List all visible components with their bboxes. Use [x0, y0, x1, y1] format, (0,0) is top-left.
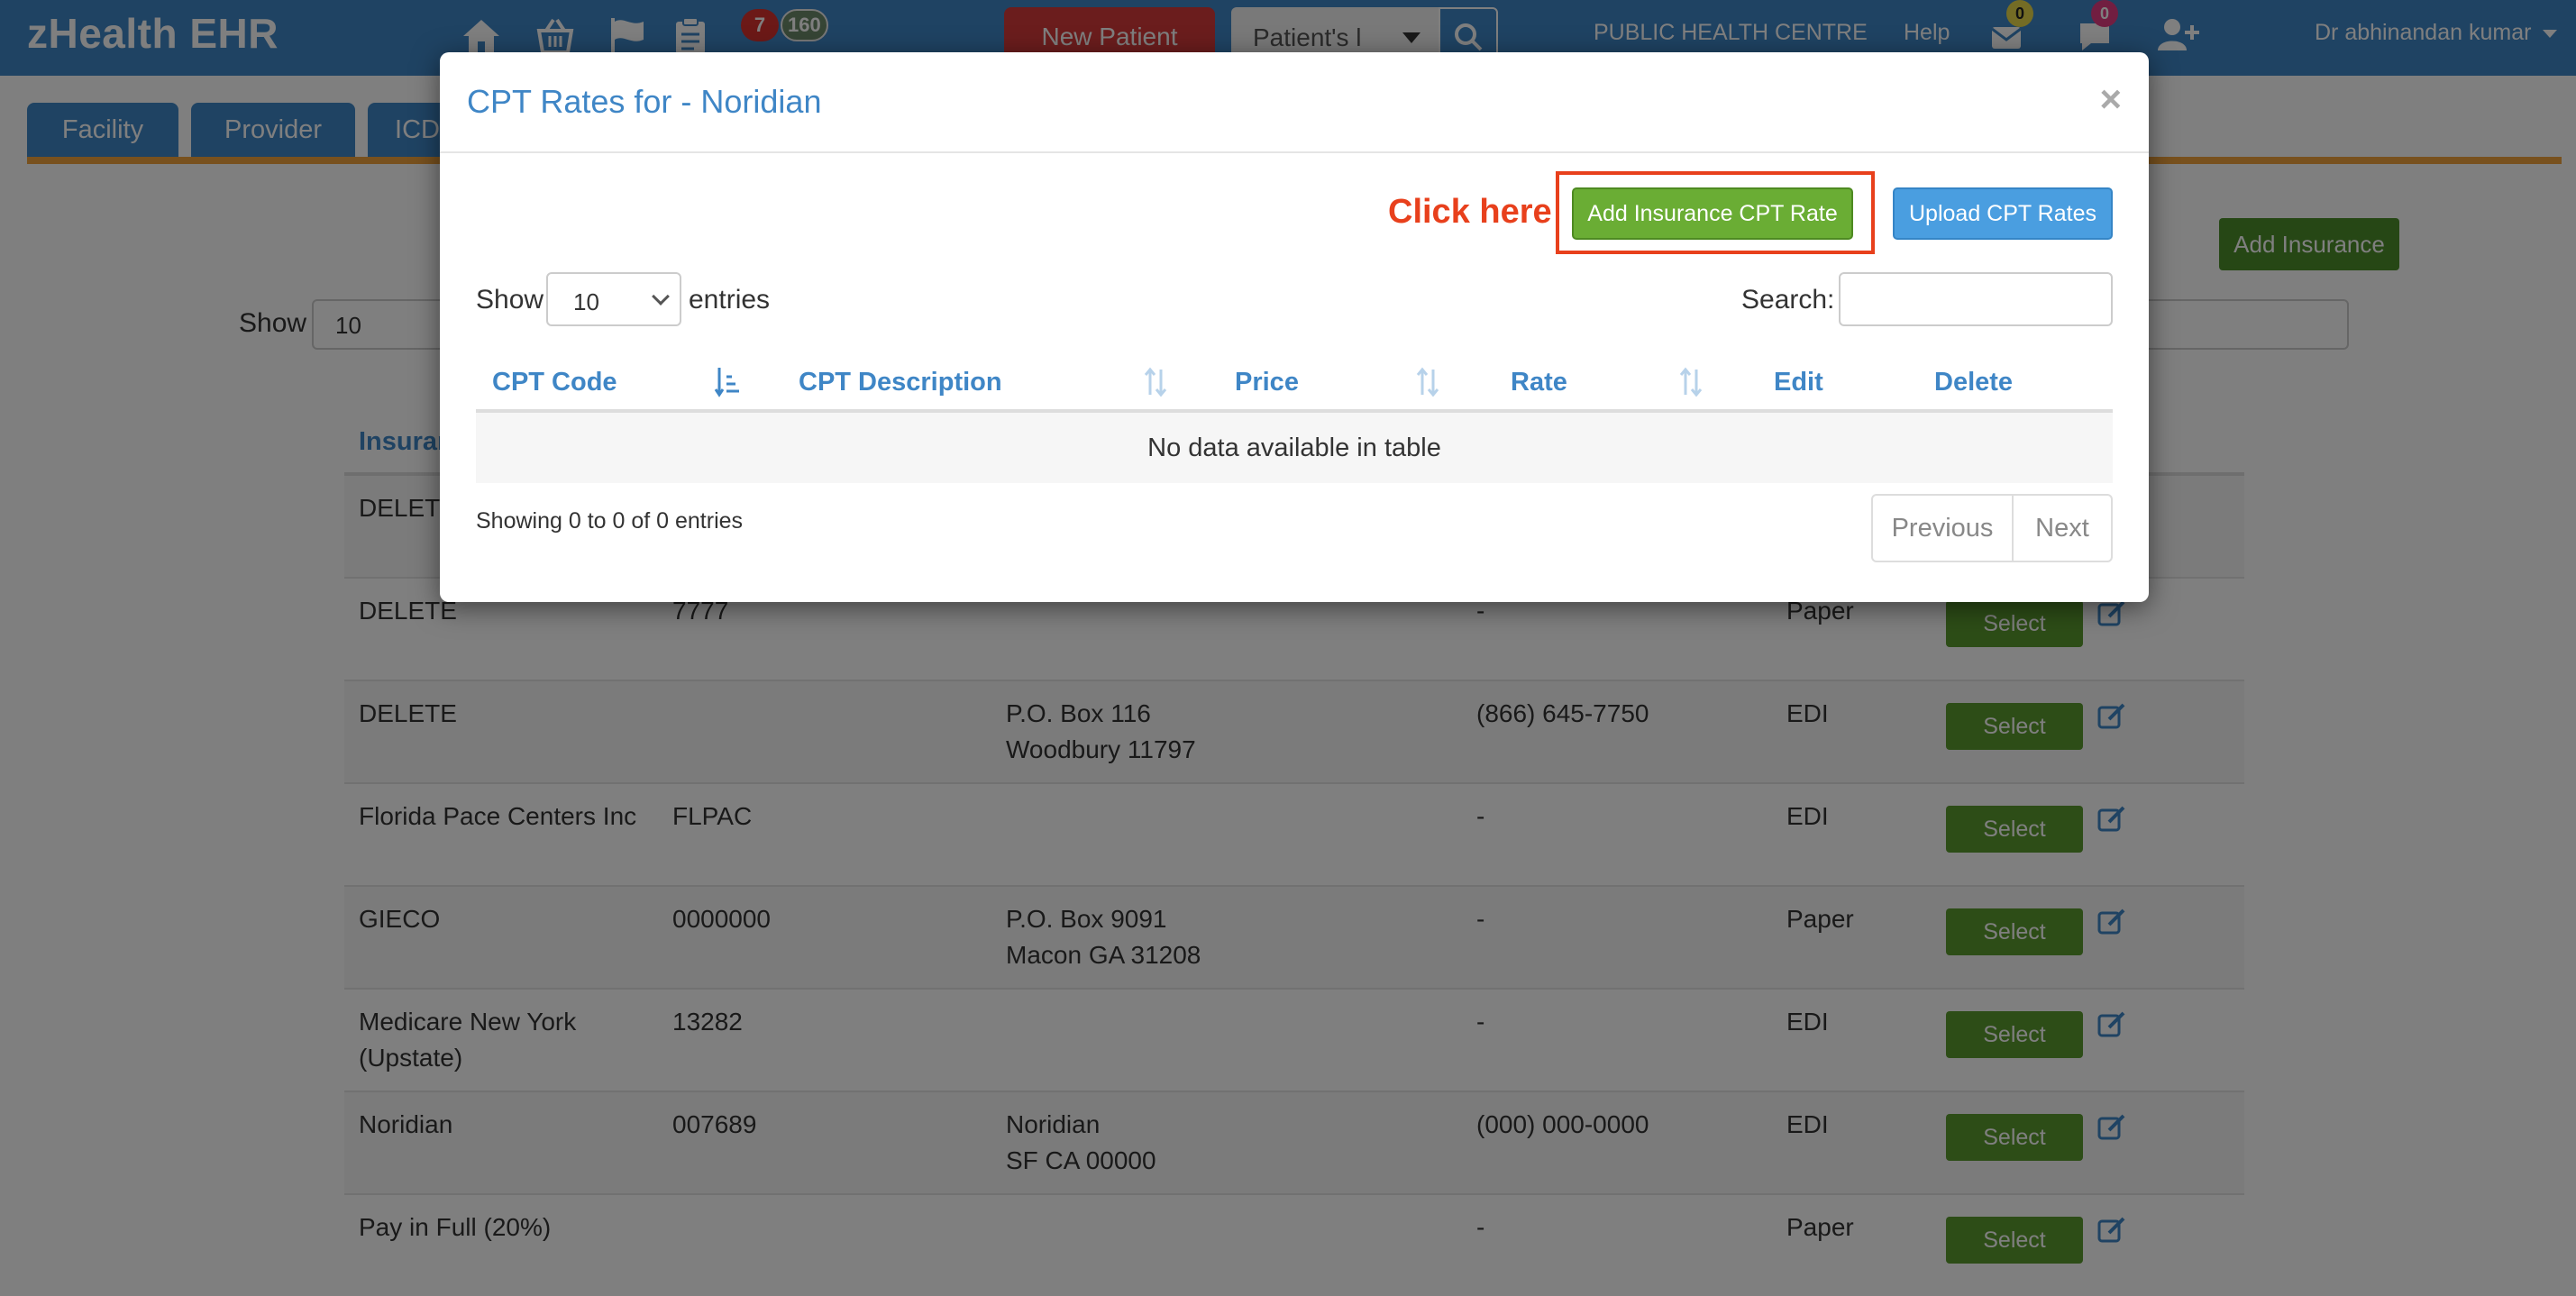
click-here-annotation: Click here: [1388, 193, 1552, 231]
next-page-button[interactable]: Next: [2014, 496, 2111, 561]
add-insurance-cpt-rate-button[interactable]: Add Insurance CPT Rate: [1572, 187, 1853, 240]
column-price[interactable]: Price: [1235, 368, 1299, 397]
search-label: Search:: [1741, 285, 1835, 315]
sort-both-icon: [1415, 364, 1442, 400]
cpt-rates-modal: CPT Rates for - Noridian × Click here Ad…: [440, 52, 2149, 602]
upload-cpt-rates-button[interactable]: Upload CPT Rates: [1893, 187, 2113, 240]
sort-both-icon: [1678, 364, 1705, 400]
pagination: Previous Next: [1871, 494, 2113, 562]
chevron-down-icon: [652, 287, 670, 306]
column-delete[interactable]: Delete: [1934, 368, 2013, 397]
previous-page-button[interactable]: Previous: [1873, 496, 2014, 561]
sort-both-icon: [1143, 364, 1170, 400]
close-icon[interactable]: ×: [2099, 78, 2122, 121]
cpt-search-input[interactable]: [1839, 272, 2113, 326]
column-edit[interactable]: Edit: [1774, 368, 1823, 397]
column-cpt-code[interactable]: CPT Code: [492, 368, 617, 397]
show-label: Show: [476, 285, 544, 315]
entries-label: entries: [689, 285, 771, 315]
entries-per-page-select[interactable]: 10: [546, 272, 681, 326]
cpt-table-header: CPT Code CPT Description Price Rate Edit…: [476, 351, 2113, 413]
column-cpt-description[interactable]: CPT Description: [799, 368, 1002, 397]
entries-per-page-value: 10: [573, 288, 599, 315]
modal-title: CPT Rates for - Noridian: [467, 83, 822, 120]
column-rate[interactable]: Rate: [1511, 368, 1567, 397]
empty-table-message: No data available in table: [476, 413, 2113, 483]
sort-ascending-icon: [714, 364, 741, 400]
table-info: Showing 0 to 0 of 0 entries: [476, 508, 744, 534]
modal-header: CPT Rates for - Noridian ×: [440, 52, 2149, 153]
